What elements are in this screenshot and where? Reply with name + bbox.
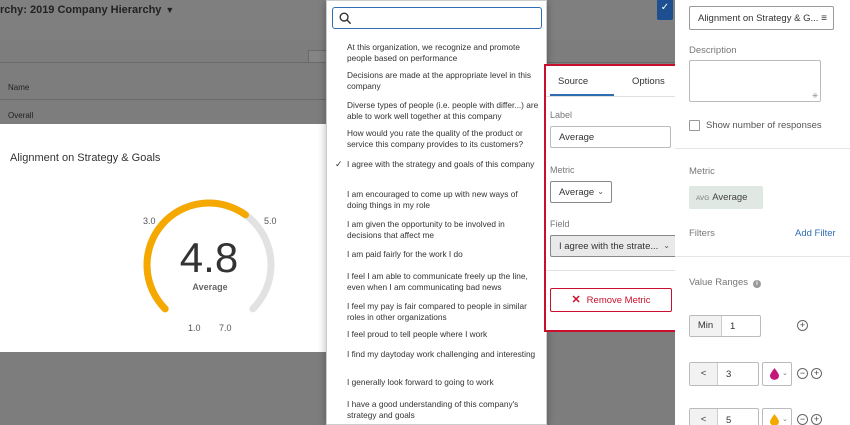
gauge-value-label: Average	[192, 282, 228, 292]
dropdown-option[interactable]: I feel my pay is fair compared to people…	[347, 301, 539, 323]
dropdown-option[interactable]: I am given the opportunity to be involve…	[347, 219, 539, 241]
add-range-button[interactable]: +	[811, 368, 822, 379]
metric-chip-value: Average	[712, 192, 748, 203]
remove-range-button[interactable]: −	[797, 414, 808, 425]
search-input[interactable]	[356, 10, 536, 27]
hierarchy-title: rchy: 2019 Company Hierarchy	[0, 4, 162, 16]
add-range-button[interactable]: +	[811, 414, 822, 425]
chevron-down-icon: ⌄	[597, 187, 604, 196]
min-prefix: Min	[690, 316, 722, 336]
dropdown-option[interactable]: I feel proud to tell people where I work	[347, 329, 539, 340]
dropdown-option[interactable]: I agree with the strategy and goals of t…	[347, 159, 539, 170]
hierarchy-selector[interactable]: rchy: 2019 Company Hierarchy ▼	[0, 4, 174, 16]
field-select[interactable]: I agree with the strate... ⌄	[550, 235, 678, 257]
field-dropdown-menu: At this organization, we recognize and p…	[326, 0, 547, 425]
metric-source-panel: Source Options Label Average Metric Aver…	[544, 64, 687, 332]
chevron-down-icon: ⌄	[782, 416, 788, 423]
field-select-value: I agree with the strate...	[559, 241, 659, 252]
table-row-overall: Overall	[8, 111, 34, 120]
label-input[interactable]: Average	[550, 126, 671, 148]
widget-select[interactable]: Alignment on Strategy & G... ≡	[689, 6, 834, 30]
metric-chip-prefix: AVG	[696, 195, 710, 202]
gauge-tick-label: 3.0	[143, 216, 156, 226]
divider	[546, 96, 685, 97]
range-value: 3	[726, 369, 732, 380]
description-label: Description	[689, 45, 737, 56]
dropdown-option[interactable]: How would you rate the quality of the pr…	[347, 128, 539, 150]
color-drop-icon	[770, 368, 779, 380]
range-input[interactable]: < 5	[689, 408, 759, 425]
label-input-value: Average	[559, 132, 595, 143]
resize-handle-icon[interactable]: ⁜	[812, 92, 818, 100]
add-range-button[interactable]: +	[797, 320, 808, 331]
remove-range-button[interactable]: −	[797, 368, 808, 379]
checkmark-icon: ✓	[335, 159, 343, 169]
dropdown-option[interactable]: Decisions are made at the appropriate le…	[347, 70, 539, 92]
checkmark-icon[interactable]: ✓	[657, 0, 673, 20]
min-range-input[interactable]: Min 1	[689, 315, 761, 337]
remove-metric-button[interactable]: ✕ Remove Metric	[550, 288, 672, 312]
divider	[675, 256, 850, 257]
metric-select-value: Average	[559, 187, 595, 198]
dropdown-option[interactable]: I generally look forward to going to wor…	[347, 377, 539, 388]
metric-caption: Metric	[550, 165, 575, 175]
info-icon[interactable]: i	[752, 280, 761, 288]
gauge-tick-label: 5.0	[264, 216, 277, 226]
chevron-down-icon: ⌄	[782, 370, 788, 377]
range-input[interactable]: < 3	[689, 362, 759, 386]
show-responses-checkbox[interactable]	[689, 120, 700, 131]
remove-metric-label: Remove Metric	[586, 295, 651, 306]
dropdown-option[interactable]: I feel I am able to communicate freely u…	[347, 271, 539, 293]
description-textarea[interactable]: ⁜	[689, 60, 821, 102]
metric-chip[interactable]: AVG Average	[689, 186, 763, 209]
dropdown-option[interactable]: At this organization, we recognize and p…	[347, 42, 539, 64]
range-color-picker[interactable]: ⌄	[762, 408, 792, 425]
field-caption: Field	[550, 219, 570, 229]
range-prefix: <	[690, 363, 718, 385]
tab-options[interactable]: Options	[632, 76, 665, 87]
dropdown-option[interactable]: I find my daytoday work challenging and …	[347, 349, 539, 360]
min-value: 1	[730, 321, 736, 332]
metric-select[interactable]: Average ⌄	[550, 181, 612, 203]
widget-select-value: Alignment on Strategy & G...	[698, 13, 819, 24]
dropdown-option[interactable]: I am encouraged to come up with new ways…	[347, 189, 539, 211]
gauge-value: 4.8	[179, 234, 239, 281]
range-prefix: <	[690, 409, 718, 425]
show-responses-label: Show number of responses	[706, 120, 822, 131]
search-box[interactable]	[332, 7, 542, 29]
dropdown-option[interactable]: I have a good understanding of this comp…	[347, 399, 539, 421]
chevron-down-icon: ▼	[165, 5, 175, 15]
widget-settings-sidebar: Alignment on Strategy & G... ≡ Descripti…	[675, 0, 850, 425]
divider	[675, 148, 850, 149]
dropdown-option[interactable]: I am paid fairly for the work I do	[347, 249, 539, 260]
dropdown-option[interactable]: Diverse types of people (i.e. people wit…	[347, 100, 539, 122]
tab-source[interactable]: Source	[558, 76, 588, 87]
range-color-picker[interactable]: ⌄	[762, 362, 792, 386]
filters-label: Filters	[689, 228, 715, 239]
add-filter-link[interactable]: Add Filter	[795, 228, 836, 239]
gauge-tick-label: 7.0	[219, 323, 232, 333]
chevron-down-icon: ⌄	[663, 241, 670, 250]
gauge-tick-label: 1.0	[188, 323, 201, 333]
value-ranges-label: Value Ranges	[689, 277, 748, 288]
divider	[546, 270, 685, 271]
value-ranges-heading: Value Ranges i	[689, 277, 761, 288]
color-drop-icon	[770, 414, 779, 425]
widget-title: Alignment on Strategy & Goals	[10, 152, 161, 164]
label-caption: Label	[550, 110, 573, 120]
search-icon	[339, 12, 352, 25]
close-icon: ✕	[571, 294, 581, 306]
menu-icon: ≡	[821, 13, 827, 24]
table-header-name: Name	[8, 83, 30, 92]
metric-label: Metric	[689, 166, 715, 177]
range-value: 5	[726, 415, 732, 425]
